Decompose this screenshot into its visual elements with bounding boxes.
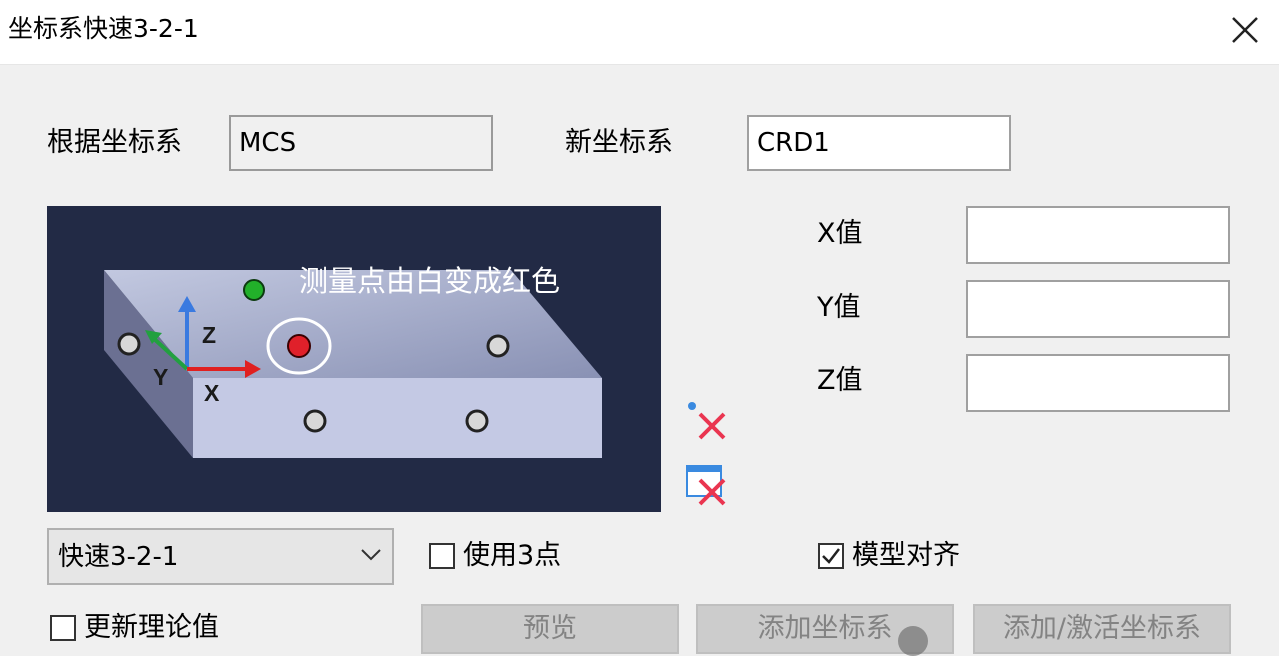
use-3-points-checkbox[interactable]: 使用3点 <box>429 540 561 572</box>
add-activate-coord-button[interactable]: 添加/激活坐标系 <box>973 604 1231 654</box>
y-value-label: Y值 <box>817 292 861 323</box>
update-theoretical-checkbox[interactable]: 更新理论值 <box>50 612 219 644</box>
y-axis-label: Y <box>153 364 168 390</box>
point-green <box>243 279 265 301</box>
window-title: 坐标系快速3-2-1 <box>8 14 199 43</box>
x-axis-label: X <box>204 380 220 406</box>
z-value-field[interactable] <box>966 354 1230 412</box>
x-value-label: X值 <box>817 218 863 249</box>
point-2 <box>486 334 510 358</box>
use-3-points-box[interactable] <box>429 543 455 569</box>
delete-all-icon <box>686 465 726 506</box>
diagram-illustration: Z Y X <box>104 270 602 458</box>
delete-point-button[interactable] <box>684 398 730 444</box>
diagram-note: 测量点由白变成红色 <box>299 264 561 298</box>
point-3 <box>303 409 327 433</box>
update-theoretical-box[interactable] <box>50 615 76 641</box>
chevron-down-icon <box>361 549 381 561</box>
x-value-field[interactable] <box>966 206 1230 264</box>
use-3-points-label: 使用3点 <box>463 540 562 571</box>
point-4 <box>465 409 489 433</box>
mode-select[interactable]: 快速3-2-1 <box>47 528 394 585</box>
update-theoretical-label: 更新理论值 <box>84 612 219 643</box>
delete-all-button[interactable] <box>684 462 730 508</box>
close-icon <box>1232 17 1258 43</box>
point-1 <box>117 332 141 356</box>
model-align-box[interactable] <box>818 543 844 569</box>
new-coord-label: 新坐标系 <box>565 127 673 158</box>
cursor-overlay-icon <box>898 626 928 656</box>
preview-button[interactable]: 预览 <box>421 604 679 654</box>
point-active <box>287 334 311 358</box>
z-value-label: Z值 <box>817 365 863 396</box>
delete-point-icon <box>688 402 726 440</box>
mode-select-value: 快速3-2-1 <box>58 542 179 572</box>
close-button[interactable] <box>1225 10 1265 50</box>
z-axis-label: Z <box>202 322 216 348</box>
coordinate-diagram: Z Y X 测量点由白变成红色 <box>47 206 661 512</box>
model-align-label: 模型对齐 <box>852 540 960 571</box>
y-value-field[interactable] <box>966 280 1230 338</box>
model-align-checkbox[interactable]: 模型对齐 <box>818 540 960 572</box>
block-front-face <box>193 378 602 458</box>
base-coord-label: 根据坐标系 <box>47 127 182 158</box>
base-coord-field[interactable]: MCS <box>229 115 493 171</box>
new-coord-field[interactable]: CRD1 <box>747 115 1011 171</box>
title-bar: 坐标系快速3-2-1 <box>0 0 1279 65</box>
checkmark-icon <box>822 548 840 564</box>
